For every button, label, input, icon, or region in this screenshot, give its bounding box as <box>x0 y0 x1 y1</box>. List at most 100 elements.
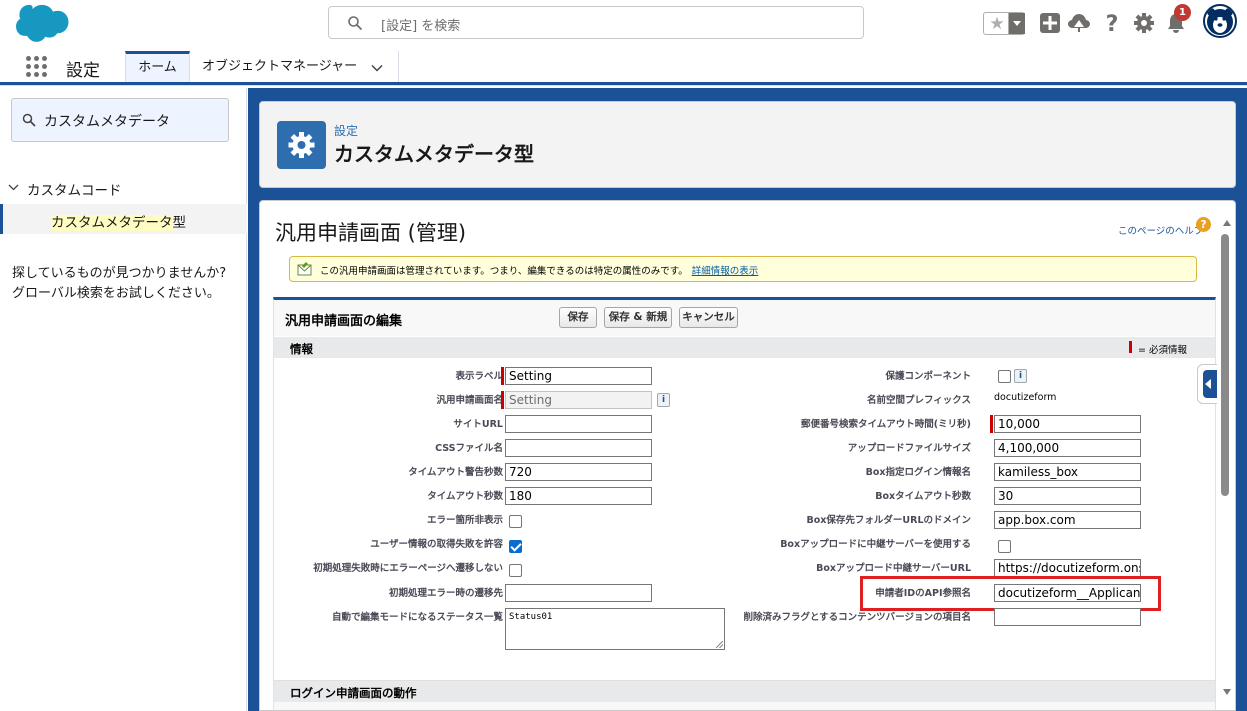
section-header-login-behavior: ログイン申請画面の動作 <box>274 680 1215 702</box>
deleted-flag-field-input[interactable] <box>994 608 1141 626</box>
app-name: 設定 <box>66 61 100 81</box>
chevron-down-icon[interactable] <box>8 182 19 193</box>
required-indicator <box>501 391 504 409</box>
breadcrumb[interactable]: 設定 <box>334 122 358 139</box>
box-relay-server-url-input[interactable]: https://docutizeform.ons <box>994 559 1141 577</box>
tab-object-manager-label: オブジェクトマネージャー <box>202 59 358 74</box>
section-header-info: 情報 = 必須情報 <box>274 336 1215 358</box>
scroll-down-arrow-icon[interactable] <box>1223 689 1231 695</box>
postal-lookup-timeout-input[interactable]: 10,000 <box>994 415 1141 433</box>
field-label: Box指定ログイン情報名 <box>865 467 971 478</box>
field-label: 自動で編集モードになるステータス一覧 <box>331 612 503 623</box>
timeout-warning-seconds-input[interactable]: 720 <box>505 463 652 481</box>
textarea-value: Status01 <box>509 612 553 622</box>
setup-gear-icon <box>277 121 326 169</box>
chevron-down-icon[interactable] <box>371 62 383 74</box>
tree-item-custom-metadata-types[interactable]: カスタムメタデータ型 <box>0 204 247 234</box>
save-and-new-button[interactable]: 保存 & 新規 <box>604 307 672 328</box>
scroll-up-arrow-icon[interactable] <box>1223 220 1231 226</box>
page-title: カスタムメタデータ型 <box>334 142 534 166</box>
field-label: 初期処理失敗時にエラーページへ遷移しない <box>313 563 503 574</box>
field-label: 名前空間プレフィックス <box>866 395 971 406</box>
site-url-input[interactable] <box>505 415 652 433</box>
favorites-button[interactable]: ★ <box>983 12 1025 35</box>
tab-object-manager[interactable]: オブジェクトマネージャー <box>191 51 399 82</box>
namespace-prefix-value: docutizeform <box>994 392 1057 403</box>
more-info-link[interactable]: 詳細情報の表示 <box>692 266 759 277</box>
field-label: 保護コンポーネント <box>885 371 971 382</box>
field-label: 郵便番号検索タイムアウト時間(ミリ秒) <box>801 419 971 430</box>
upload-file-size-input[interactable]: 4,100,000 <box>994 439 1141 457</box>
not-found-line-2: グローバル検索をお試しください。 <box>12 286 220 301</box>
save-button[interactable]: 保存 <box>559 307 597 328</box>
protected-component-checkbox[interactable] <box>998 370 1011 383</box>
required-indicator <box>501 367 504 385</box>
not-found-line-1: 探しているものが見つかりませんか? <box>12 266 227 281</box>
app-launcher-icon[interactable] <box>26 56 48 78</box>
cancel-button[interactable]: キャンセル <box>679 307 738 328</box>
field-label: Boxアップロード中継サーバーURL <box>816 563 971 574</box>
field-label: Boxアップロードに中継サーバーを使用する <box>780 539 971 550</box>
info-icon[interactable]: i <box>1014 369 1027 383</box>
tree-item-custom-code[interactable]: カスタムコード <box>0 176 247 200</box>
salesforce-logo[interactable] <box>10 4 72 44</box>
box-folder-domain-input[interactable]: app.box.com <box>994 511 1141 529</box>
global-search-box[interactable]: [設定] を検索 <box>328 6 864 39</box>
search-placeholder: [設定] を検索 <box>381 19 461 34</box>
no-error-page-redirect-checkbox[interactable] <box>509 564 522 577</box>
tree-item-label: カスタムコード <box>27 183 122 199</box>
quick-find-input[interactable]: カスタムメタデータ <box>11 98 229 142</box>
form-fields: 表示ラベル Setting 汎用申請画面名 Setting i サイトURL C… <box>274 358 1215 680</box>
user-avatar[interactable] <box>1203 4 1237 38</box>
tree-item-label: カスタムメタデータ型 <box>51 211 186 231</box>
global-header: [設定] を検索 ★ ? 1 <box>0 0 1247 47</box>
field-label: 汎用申請画面名 <box>436 395 503 406</box>
record-title: 汎用申請画面 (管理) <box>275 221 467 245</box>
search-icon <box>22 113 36 127</box>
allow-user-info-failure-checkbox[interactable] <box>509 540 522 553</box>
avatar-bear-icon <box>1207 8 1233 35</box>
display-label-input[interactable]: Setting <box>505 367 652 385</box>
info-envelope-icon <box>297 262 312 276</box>
message-text: この汎用申請画面は管理されています。つまり、編集できるのは特定の属性のみです。詳… <box>320 263 758 277</box>
field-label: エラー箇所非表示 <box>426 515 503 526</box>
highlight-annotation-box <box>860 576 1161 611</box>
favorites-dropdown-icon[interactable] <box>1008 13 1025 34</box>
info-icon[interactable]: i <box>657 393 670 407</box>
help-question-icon[interactable]: ? <box>1196 217 1211 232</box>
search-highlight: カスタムメタデータ <box>51 215 173 231</box>
help-for-this-page-link[interactable]: このページのヘルプ <box>1118 223 1203 237</box>
field-label: 初期処理エラー時の遷移先 <box>388 588 503 599</box>
not-found-hint: 探しているものが見つかりませんか? グローバル検索をお試しください。 <box>12 264 240 304</box>
css-file-name-input[interactable] <box>505 439 652 457</box>
timeout-seconds-input[interactable]: 180 <box>505 487 652 505</box>
tab-home[interactable]: ホーム <box>125 51 190 82</box>
collapse-panel-handle[interactable] <box>1197 364 1217 404</box>
edit-form-title: 汎用申請画面の編集 <box>285 314 403 329</box>
field-label: アップロードファイルサイズ <box>847 443 971 454</box>
chevron-left-icon <box>1205 379 1211 389</box>
edit-form: 汎用申請画面の編集 保存 保存 & 新規 キャンセル 情報 = 必須情報 表示ラ… <box>273 297 1216 710</box>
page-header: 設定 カスタムメタデータ型 <box>259 101 1236 188</box>
quick-find-value: カスタムメタデータ <box>44 114 170 130</box>
auto-edit-status-list-textarea[interactable]: Status01 <box>505 608 725 650</box>
field-label: サイトURL <box>453 419 503 430</box>
star-icon: ★ <box>989 14 1005 34</box>
box-use-relay-server-checkbox[interactable] <box>998 540 1011 553</box>
help-icon[interactable]: ? <box>1101 12 1123 34</box>
init-error-redirect-input[interactable] <box>505 584 652 602</box>
svg-text:?: ? <box>1106 12 1119 34</box>
field-label: 削除済みフラグとするコンテンツバージョンの項目名 <box>743 612 971 623</box>
resize-handle-icon[interactable] <box>716 641 723 648</box>
field-label: タイムアウト秒数 <box>427 491 503 502</box>
setup-sidebar: カスタムメタデータ カスタムコード カスタムメタデータ型 探しているものが見つか… <box>0 88 247 711</box>
search-icon <box>348 16 362 30</box>
trailhead-guidance-icon[interactable] <box>1068 12 1090 34</box>
global-actions-plus-icon[interactable] <box>1039 12 1061 34</box>
record-name-input: Setting <box>505 391 652 409</box>
gear-icon[interactable] <box>1133 12 1155 34</box>
scrollbar-thumb[interactable] <box>1221 234 1229 496</box>
hide-error-location-checkbox[interactable] <box>509 515 522 528</box>
box-timeout-seconds-input[interactable]: 30 <box>994 487 1141 505</box>
box-named-credential-input[interactable]: kamiless_box <box>994 463 1141 481</box>
